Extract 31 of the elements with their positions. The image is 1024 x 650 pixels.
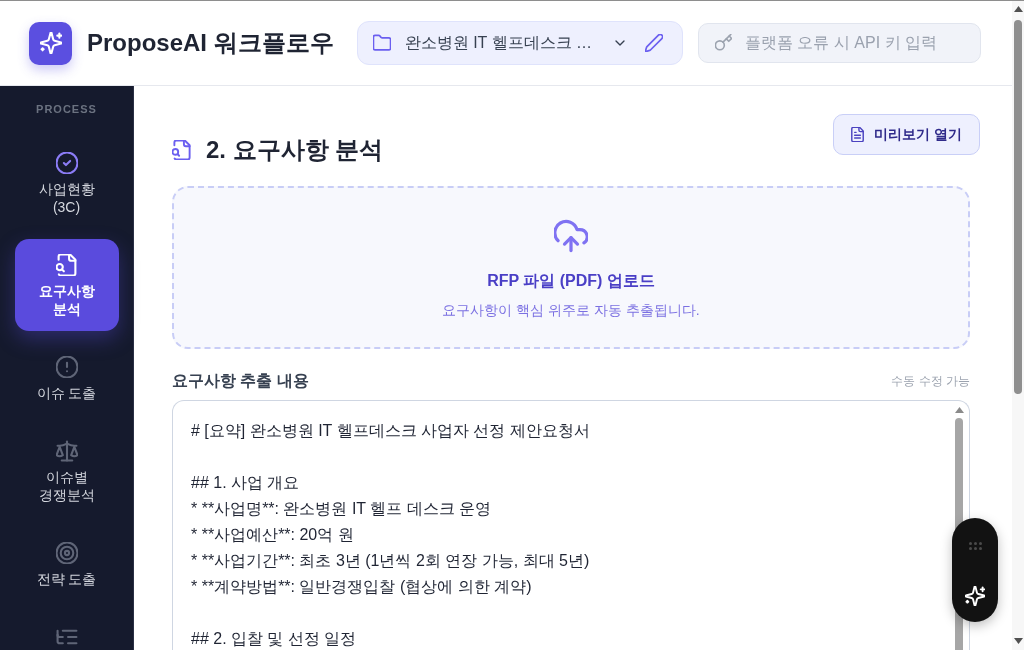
cloud-upload-icon <box>554 219 588 253</box>
sidebar-item[interactable]: 요구사항 분석 <box>14 239 119 331</box>
manual-edit-note: 수동 수정 가능 <box>891 372 970 390</box>
scroll-up-icon[interactable] <box>1013 6 1023 12</box>
page-scrollbar[interactable] <box>1012 1 1024 650</box>
key-icon <box>715 34 732 51</box>
requirements-textarea[interactable]: # [요약] 완소병원 IT 헬프데스크 사업자 선정 제안요청서 ## 1. 사업 개요 * **사업명**: 완소병원 IT 헬프 데스크 운영 * **사업예산**: 20억 원 * **사업기간**: 최초 3년 (1년씩 2회 연장 가능, 최대 5년) * **계약방법**: 일반경쟁입찰 (협상에 의한 계약) ## 2. 입찰 및 선정 일정 <box>172 400 970 650</box>
sidebar-item[interactable]: 전략 도출 <box>14 527 119 601</box>
file-search-icon <box>172 140 192 160</box>
field-label: 요구사항 추출 내용 <box>172 370 309 391</box>
page-title: 2. 요구사항 분석 <box>206 135 384 165</box>
upload-hint: 요구사항이 핵심 위주로 자동 추출됩니다. <box>442 301 700 319</box>
folder-icon <box>372 34 391 52</box>
grip-dots-icon[interactable] <box>968 542 982 550</box>
app-title: ProposeAI 워크플로우 <box>87 28 334 58</box>
api-key-field[interactable]: 플랫폼 오류 시 API 키 입력 <box>698 23 981 63</box>
upload-title: RFP 파일 (PDF) 업로드 <box>487 271 655 291</box>
sidebar-item[interactable]: 사업현황 (3C) <box>14 137 119 229</box>
sparkles-icon[interactable] <box>965 586 985 606</box>
pencil-icon[interactable] <box>644 34 663 52</box>
section-label: PROCESS <box>36 102 97 116</box>
document-icon <box>850 127 866 142</box>
scrollbar-thumb[interactable] <box>1014 20 1022 394</box>
project-select[interactable]: 완소병원 IT 헬프데스크 … <box>372 32 627 54</box>
preview-button[interactable]: 미리보기 열기 <box>833 114 980 155</box>
upload-dropzone[interactable]: RFP 파일 (PDF) 업로드 요구사항이 핵심 위주로 자동 추출됩니다. <box>172 186 970 349</box>
scroll-down-icon[interactable] <box>1013 638 1023 644</box>
sparkles-logo-icon <box>29 21 72 65</box>
sidebar-item[interactable]: 이슈 도출 <box>14 341 119 415</box>
scroll-up-icon[interactable] <box>954 407 964 413</box>
sidebar-item[interactable]: 이슈별 경쟁분석 <box>14 425 119 517</box>
